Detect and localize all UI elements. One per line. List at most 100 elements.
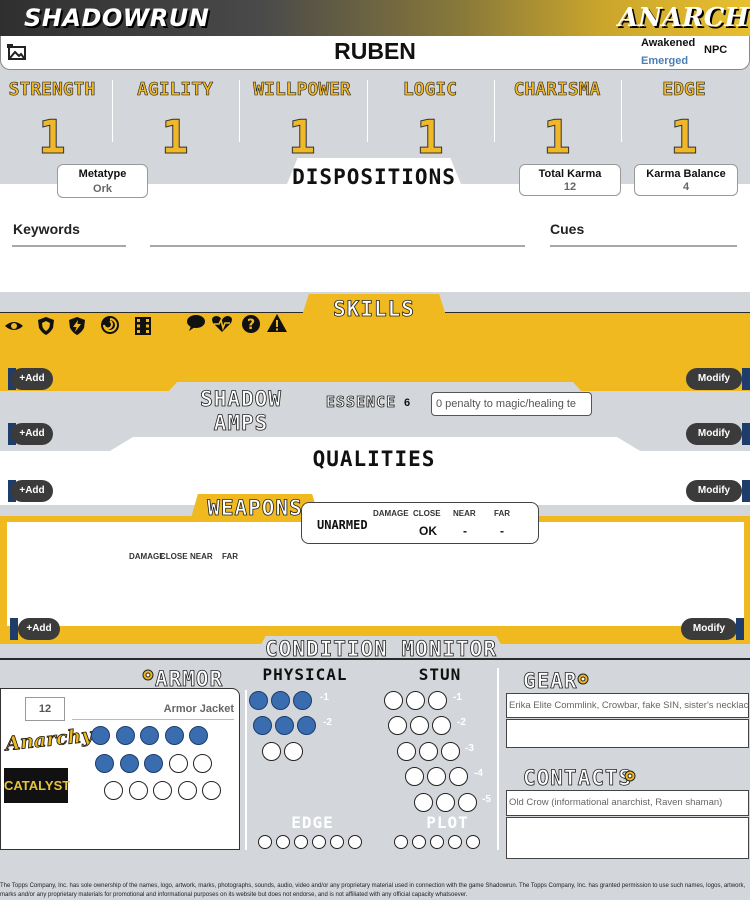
edge-pip[interactable] [330,835,344,849]
physical-box[interactable] [275,716,294,735]
edge-pip[interactable] [294,835,308,849]
shield-icon[interactable] [36,316,56,341]
stun-box[interactable] [414,793,433,812]
armor-box[interactable] [177,781,197,800]
plot-pip[interactable] [466,835,480,849]
contacts-input[interactable]: Old Crow (informational anarchist, Raven… [506,790,749,816]
armor-box[interactable] [202,781,221,800]
stun-box[interactable] [406,691,425,710]
anarchy-badge: Anarchy [4,724,94,756]
gear-cog-icon[interactable] [576,672,590,691]
keywords-label: Keywords [13,221,80,237]
weapons-add-button[interactable]: +Add [18,618,60,640]
stun-box[interactable] [427,767,446,786]
physical-box[interactable] [249,691,268,710]
question-icon[interactable]: ? [241,314,261,339]
eye-icon[interactable] [4,318,24,339]
stun-box[interactable] [388,716,407,735]
weapons-list-close-header: CLOSE [160,552,188,561]
shadow-amps-modify-button[interactable]: Modify [686,423,742,445]
attr-logic-value[interactable]: 1 [367,110,493,165]
physical-box[interactable] [293,691,312,710]
skills-modify-button[interactable]: Modify [686,368,742,390]
armor-box[interactable] [144,754,163,773]
magic-penalty-input[interactable]: 0 penalty to magic/healing te [431,392,592,416]
gear-notes[interactable] [506,719,749,748]
armor-box[interactable] [104,781,123,800]
edge-pip[interactable] [276,835,290,849]
armor-box[interactable] [91,726,110,745]
armor-box[interactable] [95,754,114,773]
attr-strength-label: STRENGTH [8,79,96,101]
contacts-notes[interactable] [506,817,749,859]
qualities-modify-button[interactable]: Modify [686,480,742,502]
attr-strength-value[interactable]: 1 [0,110,115,165]
weapons-modify-button[interactable]: Modify [681,618,737,640]
plot-pip[interactable] [430,835,444,849]
stun-box[interactable] [428,691,447,710]
karma-balance-label: Karma Balance [646,168,726,180]
armor-box[interactable] [140,726,159,745]
stun-box[interactable] [436,793,455,812]
physical-box[interactable] [271,691,290,710]
physical-box[interactable] [297,716,316,735]
armor-box[interactable] [193,754,212,773]
swirl-icon[interactable] [100,315,120,340]
npc-toggle[interactable]: NPC [704,44,727,56]
heartbeat-icon[interactable] [211,314,233,339]
speech-bubble-icon[interactable] [186,314,206,337]
edge-pip[interactable] [348,835,362,849]
karma-balance-box[interactable]: Karma Balance 4 [634,164,738,196]
edge-pip[interactable] [258,835,272,849]
stun-box[interactable] [458,793,477,812]
shadow-amps-add-button[interactable]: +Add [11,423,53,445]
armor-value-input[interactable]: 12 [25,697,65,721]
armor-gear-icon[interactable] [141,668,155,687]
attr-edge-value[interactable]: 1 [621,110,747,165]
physical-box[interactable] [262,742,281,761]
attr-willpower-value[interactable]: 1 [239,110,365,165]
cues-underline[interactable] [550,245,737,247]
stun-box[interactable] [432,716,451,735]
gear-input[interactable]: Erika Elite Commlink, Crowbar, fake SIN,… [506,693,749,718]
essence-value[interactable]: 6 [404,397,410,409]
keywords-underline[interactable] [12,245,126,247]
contacts-cog-icon[interactable] [623,769,637,788]
stun-box[interactable] [410,716,429,735]
skills-add-button[interactable]: +Add [11,368,53,390]
attr-agility-value[interactable]: 1 [112,110,238,165]
armor-box[interactable] [115,726,135,745]
emerged-toggle[interactable]: Emerged [641,55,688,67]
metatype-box[interactable]: Metatype Ork [57,164,148,198]
total-karma-box[interactable]: Total Karma 12 [519,164,621,196]
edge-pip[interactable] [312,835,326,849]
physical-box[interactable] [284,742,303,761]
armor-box[interactable] [153,781,172,800]
armor-name[interactable]: Armor Jacket [72,703,234,715]
dispositions-input-line[interactable] [150,245,525,247]
lightning-shield-icon[interactable] [67,316,87,341]
armor-box[interactable] [128,781,148,800]
plot-pip[interactable] [394,835,408,849]
stun-box[interactable] [405,767,424,786]
warning-icon[interactable] [266,313,288,338]
plot-pip[interactable] [412,835,426,849]
physical-box[interactable] [253,716,272,735]
skills-title: SKILLS [333,297,415,322]
character-name[interactable]: RUBEN [0,38,750,65]
stun-box[interactable] [449,767,468,786]
armor-box[interactable] [119,754,139,773]
stun-box[interactable] [441,742,460,761]
attr-charisma-value[interactable]: 1 [494,110,620,165]
attr-divider [621,80,622,142]
stun-box[interactable] [384,691,403,710]
armor-box[interactable] [164,726,184,745]
stun-box[interactable] [397,742,416,761]
film-icon[interactable] [134,316,152,341]
plot-pip[interactable] [448,835,462,849]
qualities-add-button[interactable]: +Add [11,480,53,502]
armor-box[interactable] [189,726,208,745]
stun-box[interactable] [419,742,438,761]
armor-box[interactable] [168,754,188,773]
awakened-toggle[interactable]: Awakened [641,37,695,49]
